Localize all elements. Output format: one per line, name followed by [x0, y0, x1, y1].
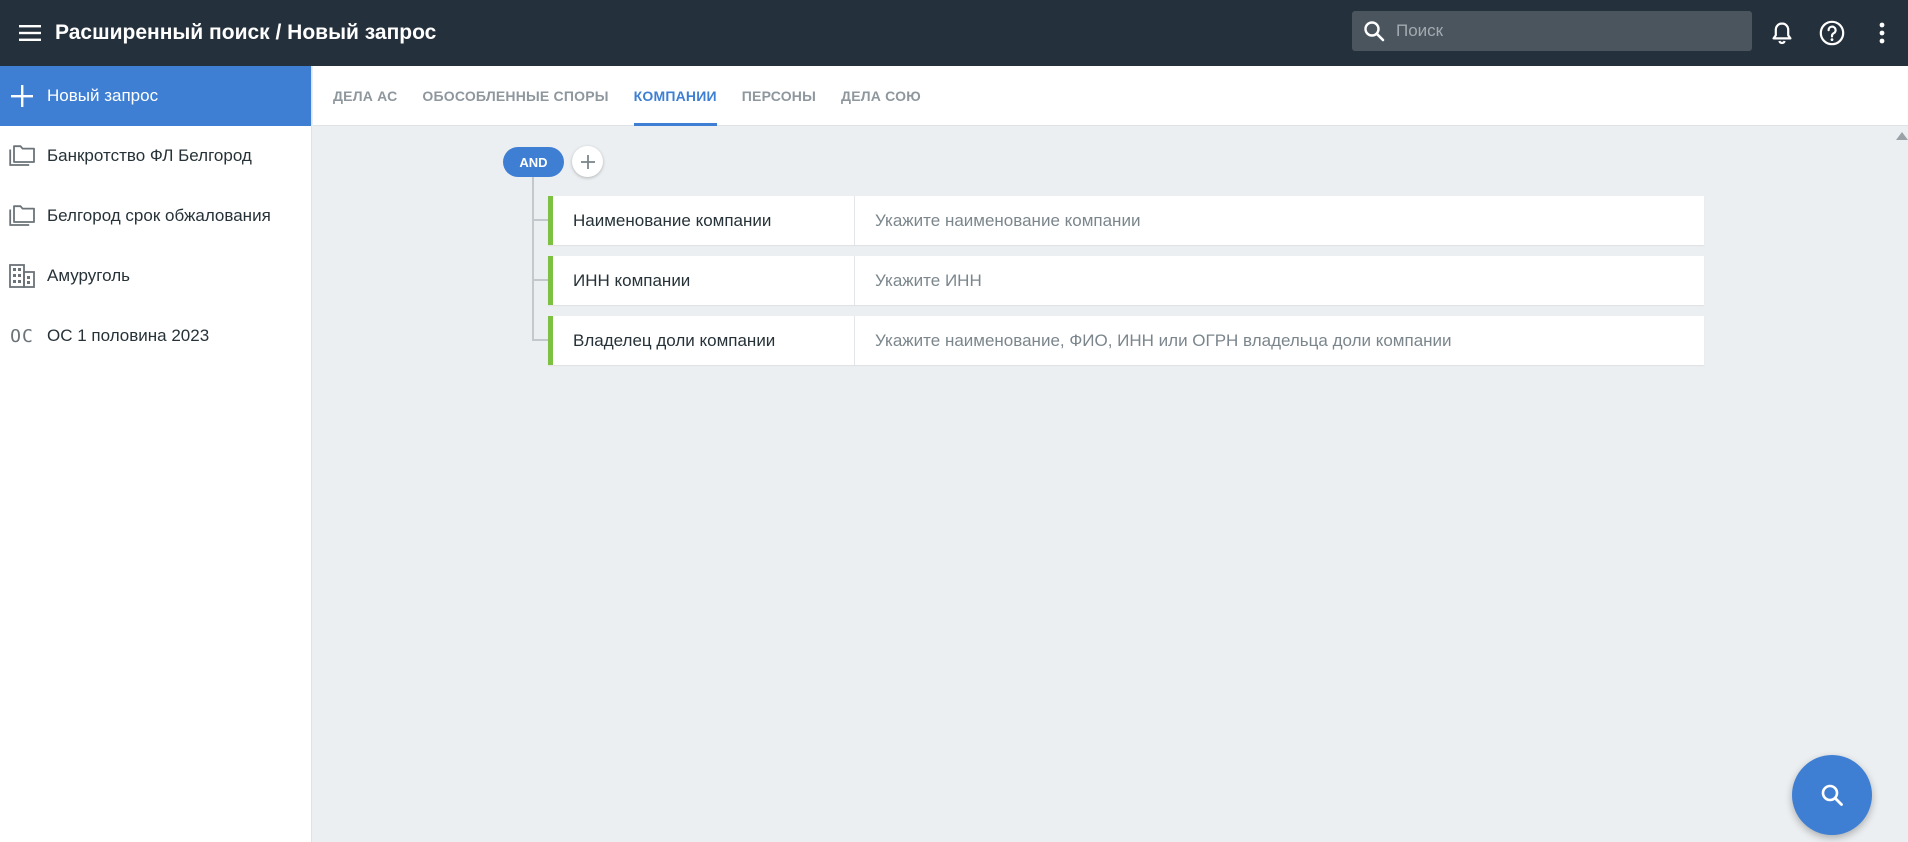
global-search[interactable]	[1352, 11, 1752, 51]
new-query-button[interactable]: Новый запрос	[0, 66, 311, 126]
condition-field-label[interactable]: ИНН компании	[553, 256, 855, 305]
search-icon	[1352, 11, 1396, 51]
folder-icon	[0, 186, 44, 246]
more-vertical-icon	[1879, 22, 1885, 44]
condition-tree-branch	[532, 339, 549, 341]
menu-button[interactable]	[8, 11, 52, 55]
condition-row-share-owner: Владелец доли компании	[548, 316, 1704, 365]
new-query-label: Новый запрос	[47, 86, 159, 105]
tab-dela-as[interactable]: ДЕЛА АС	[333, 66, 397, 126]
plus-icon	[0, 66, 44, 126]
condition-tree-line	[532, 177, 534, 341]
oc-initials-icon: ОС	[0, 306, 44, 366]
scrollbar-up-arrow[interactable]	[1896, 132, 1908, 140]
condition-tree-branch	[532, 279, 549, 281]
saved-query-label: Амуруголь	[47, 266, 130, 285]
saved-query-item[interactable]: ОС ОС 1 половина 2023	[0, 306, 311, 366]
search-input[interactable]	[1396, 11, 1752, 51]
company-building-icon	[0, 246, 44, 306]
help-button[interactable]	[1810, 11, 1854, 55]
hamburger-menu-icon	[19, 25, 41, 41]
top-app-bar: Расширенный поиск / Новый запрос	[0, 0, 1908, 66]
oc-initials-glyph: ОС	[10, 325, 34, 347]
saved-query-item[interactable]: Белгород срок обжалования	[0, 186, 311, 246]
saved-query-label: ОС 1 половина 2023	[47, 326, 210, 345]
saved-queries-sidebar: Новый запрос Банкротство ФЛ Белгород Бел…	[0, 66, 312, 842]
saved-query-label: Белгород срок обжалования	[47, 206, 271, 225]
plus-icon	[580, 154, 595, 169]
search-icon	[1821, 784, 1843, 806]
search-category-tabs: ДЕЛА АС ОБОСОБЛЕННЫЕ СПОРЫ КОМПАНИИ ПЕРС…	[313, 66, 1908, 126]
company-inn-input[interactable]	[855, 256, 1704, 305]
share-owner-input[interactable]	[855, 316, 1704, 365]
add-condition-button[interactable]	[572, 146, 603, 177]
page-title: Расширенный поиск / Новый запрос	[55, 21, 437, 44]
logical-operator-button[interactable]: AND	[503, 147, 564, 177]
tab-dela-sou[interactable]: ДЕЛА СОЮ	[841, 66, 921, 126]
condition-field-label[interactable]: Владелец доли компании	[553, 316, 855, 365]
saved-query-item[interactable]: Амуруголь	[0, 246, 311, 306]
tab-persony[interactable]: ПЕРСОНЫ	[742, 66, 816, 126]
run-search-fab[interactable]	[1792, 755, 1872, 835]
condition-row-company-inn: ИНН компании	[548, 256, 1704, 305]
tab-kompanii[interactable]: КОМПАНИИ	[633, 66, 717, 126]
help-question-icon	[1819, 20, 1845, 46]
tab-obosoblennye-spory[interactable]: ОБОСОБЛЕННЫЕ СПОРЫ	[422, 66, 608, 126]
saved-query-item[interactable]: Банкротство ФЛ Белгород	[0, 126, 311, 186]
notifications-button[interactable]	[1760, 11, 1804, 55]
condition-field-label[interactable]: Наименование компании	[553, 196, 855, 245]
bell-icon	[1772, 22, 1792, 45]
saved-query-label: Банкротство ФЛ Белгород	[47, 146, 252, 165]
company-name-input[interactable]	[855, 196, 1704, 245]
condition-tree-branch	[532, 219, 549, 221]
more-options-button[interactable]	[1860, 11, 1904, 55]
condition-row-company-name: Наименование компании	[548, 196, 1704, 245]
folder-icon	[0, 126, 44, 186]
